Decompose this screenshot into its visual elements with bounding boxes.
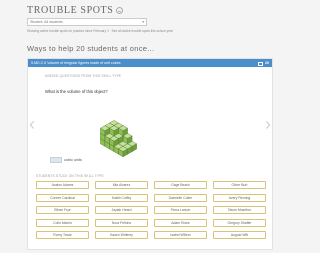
student-chip[interactable]: Conner Cardinal: [36, 193, 89, 202]
student-chip[interactable]: Adam Rowe: [154, 218, 207, 227]
share-icon[interactable]: [258, 61, 263, 66]
student-filter-select[interactable]: Student: All students ▾: [27, 18, 147, 26]
student-chip[interactable]: Gregory Shaffer: [213, 218, 266, 227]
student-chip[interactable]: Jaylah Heard: [95, 206, 148, 214]
students-heading: STUDENTS STUCK ON THIS SKILL TYPE: [36, 174, 104, 178]
student-chip[interactable]: Tatum Mcarthur: [213, 206, 266, 214]
answer-unit: cubic units: [64, 157, 82, 162]
student-chip[interactable]: Romy Towle: [36, 231, 89, 239]
student-chip[interactable]: Oliver Burt: [213, 181, 266, 189]
missed-questions-heading: MISSED QUESTIONS FROM THIS SKILL TYPE: [45, 74, 122, 78]
student-chip[interactable]: August Witt: [213, 231, 266, 239]
answer-input[interactable]: [50, 157, 62, 163]
page-title: TROUBLE SPOTS: [27, 4, 114, 16]
skill-title[interactable]: 5.MD.C.5 Volume of irregular figures mad…: [31, 61, 258, 65]
student-chip[interactable]: Ethan Frye: [36, 206, 89, 214]
student-chip[interactable]: Nora Pelkins: [95, 218, 148, 227]
student-chip[interactable]: Gage Beach: [154, 181, 207, 189]
chevron-right-icon[interactable]: ›: [265, 115, 271, 133]
section-heading: Ways to help 20 students at once...: [27, 44, 155, 53]
question-text: What is the volume of this object?: [45, 89, 108, 94]
chevron-down-icon: ▾: [142, 20, 144, 24]
trouble-spot-panel: 5.MD.C.5 Volume of irregular figures mad…: [27, 58, 273, 250]
student-chip[interactable]: Fiona Larson: [154, 206, 207, 214]
answer-row: cubic units: [50, 157, 82, 163]
chevron-left-icon[interactable]: ‹: [29, 115, 35, 133]
student-chip[interactable]: Mia Alvarez: [95, 181, 148, 189]
student-chip[interactable]: Isabel Willem: [154, 231, 207, 239]
student-count: 20: [265, 61, 269, 65]
skill-bar: 5.MD.C.5 Volume of irregular figures mad…: [28, 59, 272, 67]
unit-cubes: [100, 120, 138, 158]
student-chip[interactable]: Colin Maxim: [36, 218, 89, 227]
cube-figure: [100, 120, 138, 158]
student-chip[interactable]: Kasen Whitney: [95, 231, 148, 239]
info-text: Showing active trouble spots for practic…: [27, 29, 173, 33]
students-grid: Avalon Adams Mia Alvarez Gage Beach Oliver …: [36, 181, 266, 239]
student-chip[interactable]: Gabrielle Cotter: [154, 193, 207, 202]
smile-icon: [116, 6, 124, 14]
page-header: TROUBLE SPOTS: [27, 4, 124, 16]
student-chip[interactable]: Avery Fleming: [213, 193, 266, 202]
student-chip[interactable]: Kaleb Coffey: [95, 193, 148, 202]
student-chip[interactable]: Avalon Adams: [36, 181, 89, 189]
student-filter-value: Student: All students: [30, 20, 63, 24]
